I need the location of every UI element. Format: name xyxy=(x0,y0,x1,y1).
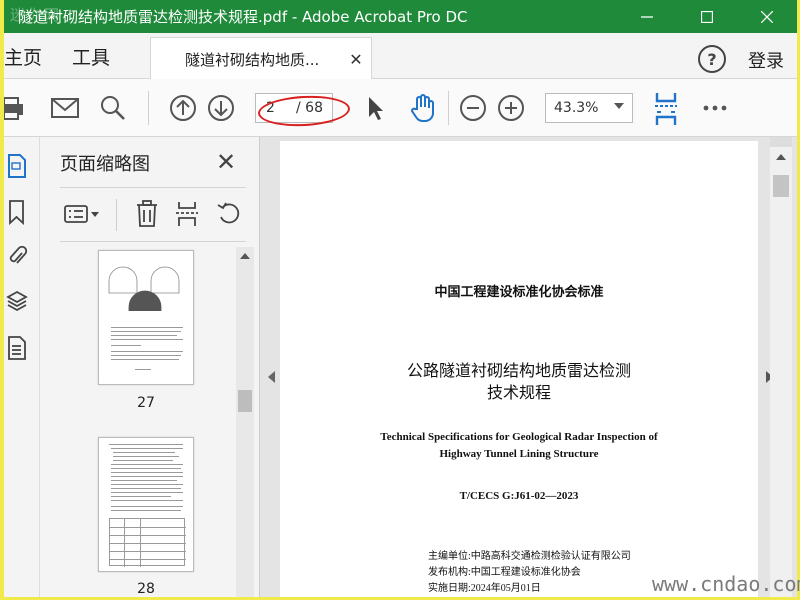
more-icon[interactable] xyxy=(700,93,730,123)
thumbnail-table xyxy=(109,518,186,567)
document-title-line1: 公路隧道衬砌结构地质雷达检测 xyxy=(406,361,631,380)
document-viewer: 中国工程建设标准化协会标准 公路隧道衬砌结构地质雷达检测 技术规程 Techni… xyxy=(260,137,797,597)
options-menu-icon[interactable] xyxy=(62,199,102,229)
document-title-line2: 技术规程 xyxy=(486,383,551,402)
main-toolbar: 2 / 68 43.3% xyxy=(4,79,797,137)
document-tab-label: 隧道衬砌结构地质... xyxy=(185,50,320,69)
left-nav-rail xyxy=(4,137,40,597)
layers-icon[interactable] xyxy=(4,287,30,317)
document-properties-icon[interactable] xyxy=(4,333,30,363)
standard-organization: 中国工程建设标准化协会标准 xyxy=(434,285,604,300)
next-page-icon[interactable] xyxy=(206,93,236,123)
maximize-button[interactable] xyxy=(677,0,737,33)
scroll-up-icon[interactable] xyxy=(776,154,786,160)
page-thumbnail[interactable] xyxy=(98,250,194,385)
panel-tool-divider xyxy=(116,199,117,231)
thumbnails-panel: 页面缩略图 ✕ 27 28 xyxy=(40,137,260,597)
fit-page-icon[interactable] xyxy=(651,91,681,127)
close-panel-icon[interactable]: ✕ xyxy=(216,148,236,176)
chevron-down-icon xyxy=(614,103,624,109)
window-title: 隧道衬砌结构地质雷达检测技术规程.pdf - Adobe Acrobat Pro… xyxy=(18,8,468,26)
panel-title: 页面缩略图 xyxy=(60,154,150,175)
hand-icon[interactable] xyxy=(408,93,438,123)
close-window-button[interactable] xyxy=(737,0,797,33)
tab-home[interactable]: 主页 xyxy=(4,43,42,70)
attachment-icon[interactable] xyxy=(4,241,30,271)
english-title-line1: Technical Specifications for Geological … xyxy=(380,431,658,443)
maximize-icon xyxy=(701,10,713,23)
print-icon[interactable] xyxy=(4,93,26,123)
zoom-value: 43.3% xyxy=(554,100,599,116)
pdf-page: 中国工程建设标准化协会标准 公路隧道衬砌结构地质雷达检测 技术规程 Techni… xyxy=(280,141,758,597)
zoom-select[interactable]: 43.3% xyxy=(545,93,633,123)
minimize-icon xyxy=(641,15,653,18)
site-watermark: www.cndao.com xyxy=(652,572,800,596)
login-button[interactable]: 登录 xyxy=(748,47,784,73)
collapse-left-panel-icon[interactable] xyxy=(268,371,275,383)
toolbar-divider xyxy=(448,91,449,125)
document-scrollbar[interactable] xyxy=(770,137,792,597)
search-icon[interactable] xyxy=(98,93,128,123)
page-thumbnail[interactable] xyxy=(98,437,194,572)
zoom-in-icon[interactable] xyxy=(496,93,526,123)
title-bar: 隧道衬砌结构地质雷达检测技术规程.pdf - Adobe Acrobat Pro… xyxy=(4,0,797,33)
tunnel-diagram-thumbnail xyxy=(108,266,180,311)
close-tab-icon[interactable]: ✕ xyxy=(341,50,371,69)
email-icon[interactable] xyxy=(50,93,80,123)
minimize-button[interactable] xyxy=(617,0,677,33)
thumbnail-scrollbar[interactable] xyxy=(236,247,254,597)
panel-divider xyxy=(60,187,246,188)
panel-toolbar xyxy=(60,197,250,233)
tab-tools[interactable]: 工具 xyxy=(72,43,110,70)
tab-row: 主页 工具 隧道衬砌结构地质... ✕ ? 登录 xyxy=(4,33,797,80)
split-page-icon[interactable] xyxy=(172,199,202,229)
zoom-out-icon[interactable] xyxy=(458,93,488,123)
effective-date: 实施日期:2024年05月01日 xyxy=(428,583,541,594)
delete-icon[interactable] xyxy=(132,199,162,229)
app-window: 隧道衬砌结构地质雷达检测技术规程.pdf - Adobe Acrobat Pro… xyxy=(4,0,797,597)
close-icon xyxy=(761,10,773,23)
thumbnail-page-number: 28 xyxy=(137,581,155,597)
rotate-icon[interactable] xyxy=(214,199,244,229)
help-icon[interactable]: ? xyxy=(698,45,726,73)
tab-document[interactable]: 隧道衬砌结构地质... ✕ xyxy=(150,37,372,80)
scroll-up-icon[interactable] xyxy=(240,253,250,259)
chief-editor: 主编单位:中路高科交通检测检验认证有限公司 xyxy=(428,551,631,562)
page-thumbnails-icon[interactable] xyxy=(4,151,30,181)
prev-page-icon[interactable] xyxy=(168,93,198,123)
standard-code: T/CECS G:J61-02—2023 xyxy=(459,490,579,502)
toolbar-divider xyxy=(148,91,149,125)
thumbnail-page-number: 27 xyxy=(137,395,155,411)
select-arrow-icon[interactable] xyxy=(360,93,390,123)
bookmark-icon[interactable] xyxy=(4,197,30,227)
panel-divider xyxy=(60,241,246,242)
english-title-line2: Highway Tunnel Lining Structure xyxy=(439,448,599,460)
overlay-watermark: 迷你网 xyxy=(10,6,62,24)
publisher: 发布机构:中国工程建设标准化协会 xyxy=(428,567,581,578)
scroll-thumb[interactable] xyxy=(238,390,252,412)
scroll-thumb[interactable] xyxy=(773,175,789,197)
